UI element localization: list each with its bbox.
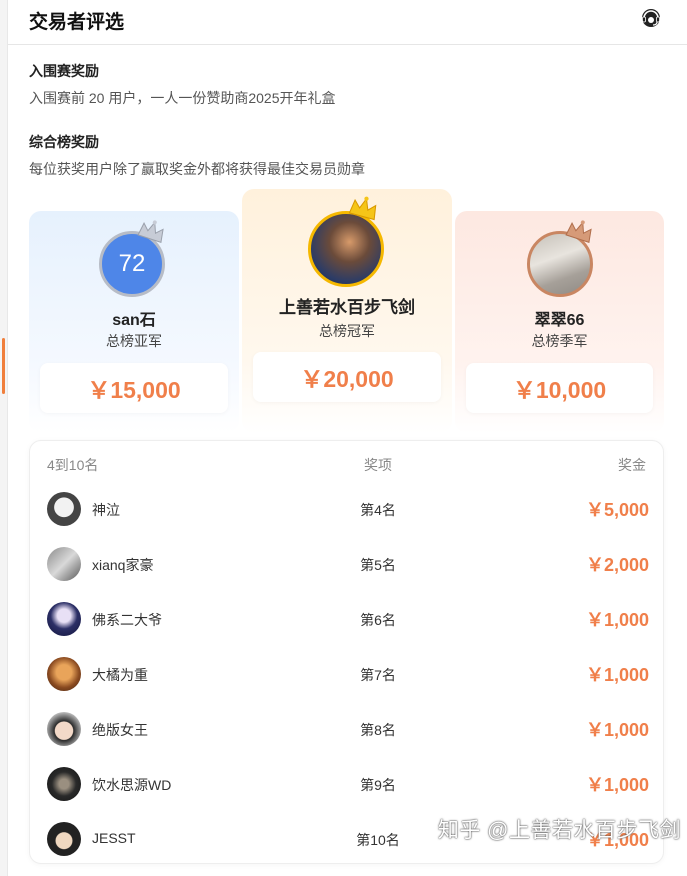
podium-second: 72 san石 总榜亚军 ￥15,000 <box>29 211 239 433</box>
avatar-initial: 72 <box>118 250 146 277</box>
podium-third: 翠翠66 总榜季军 ￥10,000 <box>455 211 664 433</box>
table-row[interactable]: 大橘为重 第7名 ￥1,000 <box>30 648 665 703</box>
avatar <box>47 822 81 856</box>
user-name: 饮水思源WD <box>92 777 172 793</box>
podium-rank: 总榜冠军 <box>319 323 375 339</box>
user-name: 佛系二大爷 <box>92 612 162 628</box>
avatar <box>47 492 81 526</box>
table-row[interactable]: 饮水思源WD 第9名 ￥1,000 <box>30 758 665 813</box>
user-name: 绝版女王 <box>92 722 148 738</box>
avatar <box>47 767 81 801</box>
prize-amount: ￥15,000 <box>87 377 181 403</box>
prize-amount: ￥10,000 <box>512 377 607 403</box>
prize-box: ￥10,000 <box>466 363 653 413</box>
avatar <box>47 657 81 691</box>
prize-amount: ￥1,000 <box>585 610 649 630</box>
rank-label: 第10名 <box>356 832 400 848</box>
user-name: 大橘为重 <box>92 667 148 683</box>
podium-rank: 总榜亚军 <box>106 333 162 349</box>
ranking-list: 4到10名 奖项 奖金 神泣 第4名 ￥5,000 xianq家豪 第5名 ￥2… <box>29 440 664 864</box>
watermark: 知乎 @上善若水百步飞剑 <box>437 819 681 842</box>
overall-reward-title: 综合榜奖励 <box>29 134 99 150</box>
avatar: 72 <box>99 220 167 299</box>
left-sidebar-strip <box>0 0 8 876</box>
avatar <box>47 712 81 746</box>
page-header: 交易者评选 <box>8 0 687 45</box>
prize-amount: ￥1,000 <box>585 775 649 795</box>
rank-label: 第7名 <box>360 667 396 683</box>
headset-icon[interactable] <box>639 6 663 30</box>
prize-box: ￥15,000 <box>40 363 228 413</box>
rank-label: 第4名 <box>360 502 396 518</box>
avatar <box>47 547 81 581</box>
user-name: xianq家豪 <box>92 557 154 573</box>
rank-label: 第5名 <box>360 557 396 573</box>
prize-box: ￥20,000 <box>253 352 441 402</box>
rank-label: 第9名 <box>360 777 396 793</box>
avatar <box>308 196 386 289</box>
prize-amount: ￥1,000 <box>585 720 649 740</box>
table-row[interactable]: 绝版女王 第8名 ￥1,000 <box>30 703 665 758</box>
sidebar-active-indicator <box>2 338 5 394</box>
podium-rank: 总榜季军 <box>531 333 588 349</box>
list-header-award: 奖项 <box>364 457 392 473</box>
page-title: 交易者评选 <box>29 12 125 33</box>
prize-amount: ￥5,000 <box>585 500 649 520</box>
user-name: JESST <box>92 830 136 846</box>
rank-label: 第6名 <box>360 612 396 628</box>
avatar <box>527 220 595 299</box>
prize-amount: ￥1,000 <box>585 665 649 685</box>
table-row[interactable]: 神泣 第4名 ￥5,000 <box>30 483 665 538</box>
podium-name: san石 <box>112 312 156 329</box>
user-name: 神泣 <box>92 502 120 518</box>
prize-amount: ￥2,000 <box>585 555 649 575</box>
table-row[interactable]: 佛系二大爷 第6名 ￥1,000 <box>30 593 665 648</box>
qualifier-reward-desc: 入围赛前 20 用户，一人一份赞助商2025开年礼盒 <box>29 90 336 106</box>
podium-name: 上善若水百步飞剑 <box>279 298 415 317</box>
list-header-range: 4到10名 <box>47 457 99 473</box>
table-row[interactable]: xianq家豪 第5名 ￥2,000 <box>30 538 665 593</box>
overall-reward-desc: 每位获奖用户除了赢取奖金外都将获得最佳交易员勋章 <box>29 161 365 177</box>
qualifier-reward-title: 入围赛奖励 <box>29 63 99 79</box>
rank-label: 第8名 <box>360 722 396 738</box>
avatar <box>47 602 81 636</box>
list-header-prize: 奖金 <box>618 457 646 473</box>
prize-amount: ￥20,000 <box>300 366 394 392</box>
podium-first: 上善若水百步飞剑 总榜冠军 ￥20,000 <box>242 189 452 433</box>
podium-name: 翠翠66 <box>534 312 585 329</box>
